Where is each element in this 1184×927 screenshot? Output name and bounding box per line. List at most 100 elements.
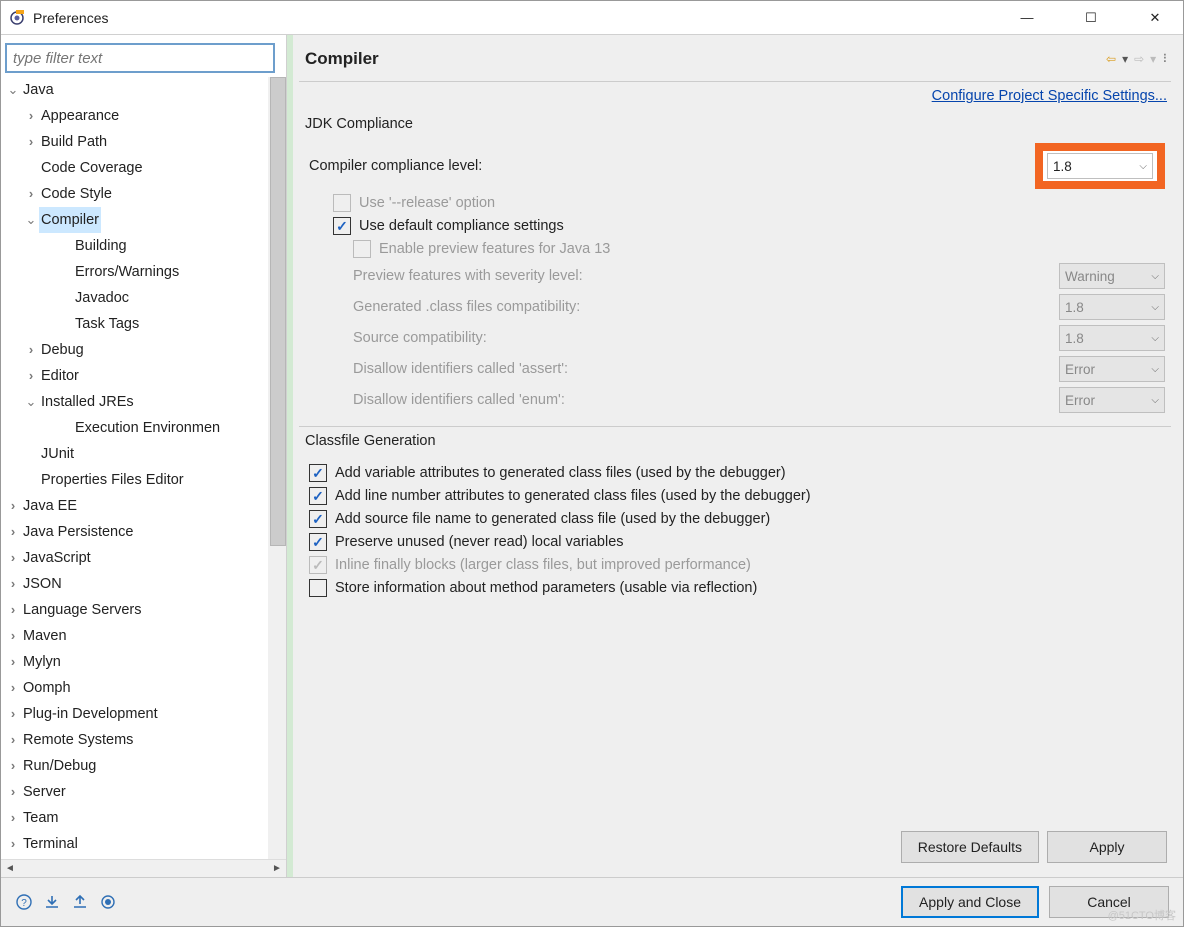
tree-item[interactable]: ⌄Compiler: [1, 207, 286, 233]
apply-button[interactable]: Apply: [1047, 831, 1167, 863]
tree-item[interactable]: ›Remote Systems: [1, 727, 286, 753]
tree-item-label: Run/Debug: [21, 753, 98, 779]
record-icon[interactable]: [99, 893, 117, 911]
help-icon[interactable]: ?: [15, 893, 33, 911]
classfile-checkbox[interactable]: [309, 579, 327, 597]
chevron-right-icon[interactable]: ›: [5, 779, 21, 805]
export-icon[interactable]: [71, 893, 89, 911]
classfile-checkbox[interactable]: [309, 487, 327, 505]
minimize-button[interactable]: —: [1007, 5, 1047, 31]
back-menu-icon[interactable]: ▾: [1122, 52, 1128, 66]
tree-item[interactable]: Building: [1, 233, 286, 259]
tree-item[interactable]: ›Mylyn: [1, 649, 286, 675]
sidebar: ⌄Java›Appearance›Build PathCode Coverage…: [1, 35, 287, 877]
compliance-select[interactable]: 1.8⌵: [1047, 153, 1153, 179]
chevron-right-icon[interactable]: ›: [23, 181, 39, 207]
classfile-option-row: Add source file name to generated class …: [309, 510, 1165, 528]
tree-item[interactable]: Execution Environmen: [1, 415, 286, 441]
tree-item[interactable]: ›Maven: [1, 623, 286, 649]
classfile-option-row: Inline finally blocks (larger class file…: [309, 556, 1165, 574]
chevron-right-icon[interactable]: ›: [23, 129, 39, 155]
tree-item[interactable]: JUnit: [1, 441, 286, 467]
chevron-right-icon[interactable]: ›: [23, 363, 39, 389]
tree-item[interactable]: ›Server: [1, 779, 286, 805]
tree-item[interactable]: ›Terminal: [1, 831, 286, 857]
tree-item[interactable]: ›Code Style: [1, 181, 286, 207]
toolbar-nav: ⇦ ▾ ⇨ ▾ ⠇: [1106, 52, 1171, 66]
chevron-right-icon[interactable]: ›: [5, 597, 21, 623]
window-title: Preferences: [33, 10, 1007, 26]
chevron-right-icon[interactable]: ›: [5, 545, 21, 571]
tree-item[interactable]: Properties Files Editor: [1, 467, 286, 493]
tree-item-label: Task Tags: [73, 311, 141, 337]
tree-item[interactable]: ›Editor: [1, 363, 286, 389]
chevron-right-icon[interactable]: ›: [5, 727, 21, 753]
back-icon[interactable]: ⇦: [1106, 52, 1116, 66]
chevron-right-icon[interactable]: ›: [23, 103, 39, 129]
classfile-label: Add variable attributes to generated cla…: [335, 465, 786, 481]
tree-item-label: Plug-in Development: [21, 701, 160, 727]
classfile-label: Store information about method parameter…: [335, 580, 757, 596]
tree-item[interactable]: ›Build Path: [1, 129, 286, 155]
classfile-checkbox[interactable]: [309, 464, 327, 482]
filter-input[interactable]: [5, 43, 275, 73]
tree-item[interactable]: Javadoc: [1, 285, 286, 311]
vertical-scrollbar[interactable]: [268, 77, 286, 859]
configure-project-link[interactable]: Configure Project Specific Settings...: [932, 88, 1167, 104]
classfile-label: Inline finally blocks (larger class file…: [335, 557, 751, 573]
chevron-right-icon[interactable]: ›: [5, 753, 21, 779]
tree-item[interactable]: Code Coverage: [1, 155, 286, 181]
restore-defaults-button[interactable]: Restore Defaults: [901, 831, 1039, 863]
enum-select: Error⌵: [1059, 387, 1165, 413]
chevron-down-icon[interactable]: ⌄: [23, 389, 39, 415]
tree-item[interactable]: ›Run/Debug: [1, 753, 286, 779]
chevron-right-icon[interactable]: ›: [5, 805, 21, 831]
chevron-down-icon[interactable]: ⌄: [23, 207, 39, 233]
chevron-right-icon[interactable]: ›: [5, 519, 21, 545]
close-button[interactable]: ✕: [1135, 5, 1175, 31]
tree-item-label: Mylyn: [21, 649, 63, 675]
classfile-checkbox[interactable]: [309, 510, 327, 528]
tree-item[interactable]: ›Team: [1, 805, 286, 831]
tree-item[interactable]: ⌄Installed JREs: [1, 389, 286, 415]
chevron-right-icon[interactable]: ›: [5, 701, 21, 727]
tree-item-label: Build Path: [39, 129, 109, 155]
apply-and-close-button[interactable]: Apply and Close: [901, 886, 1039, 918]
tree-item[interactable]: ›Plug-in Development: [1, 701, 286, 727]
chevron-right-icon[interactable]: ›: [5, 649, 21, 675]
horizontal-scrollbar[interactable]: ◄ ►: [1, 859, 286, 877]
chevron-right-icon[interactable]: ›: [23, 337, 39, 363]
maximize-button[interactable]: ☐: [1071, 5, 1111, 31]
tree-item-label: JSON: [21, 571, 64, 597]
tree-item-label: Java EE: [21, 493, 79, 519]
tree-item[interactable]: ›Debug: [1, 337, 286, 363]
chevron-right-icon[interactable]: ›: [5, 623, 21, 649]
tree-item[interactable]: Errors/Warnings: [1, 259, 286, 285]
tree-item[interactable]: ›Language Servers: [1, 597, 286, 623]
classfile-checkbox[interactable]: [309, 533, 327, 551]
tree-item[interactable]: ›Oomph: [1, 675, 286, 701]
forward-icon[interactable]: ⇨: [1134, 52, 1144, 66]
classfile-label: Preserve unused (never read) local varia…: [335, 534, 624, 550]
tree-item[interactable]: ›Java EE: [1, 493, 286, 519]
use-default-checkbox[interactable]: [333, 217, 351, 235]
import-icon[interactable]: [43, 893, 61, 911]
preferences-tree[interactable]: ⌄Java›Appearance›Build PathCode Coverage…: [1, 77, 286, 859]
chevron-right-icon[interactable]: ›: [5, 571, 21, 597]
chevron-right-icon[interactable]: ›: [5, 493, 21, 519]
generated-select: 1.8⌵: [1059, 294, 1165, 320]
menu-icon[interactable]: ⠇: [1162, 52, 1171, 66]
tree-item-label: JUnit: [39, 441, 76, 467]
chevron-right-icon[interactable]: ›: [5, 675, 21, 701]
chevron-down-icon[interactable]: ⌄: [5, 77, 21, 103]
chevron-right-icon[interactable]: ›: [5, 831, 21, 857]
tree-item[interactable]: ›Java Persistence: [1, 519, 286, 545]
tree-item[interactable]: ›JSON: [1, 571, 286, 597]
tree-item[interactable]: ›JavaScript: [1, 545, 286, 571]
tree-item[interactable]: ›Appearance: [1, 103, 286, 129]
classfile-label: Add source file name to generated class …: [335, 511, 770, 527]
tree-item[interactable]: ⌄Java: [1, 77, 286, 103]
forward-menu-icon[interactable]: ▾: [1150, 52, 1156, 66]
tree-item[interactable]: Task Tags: [1, 311, 286, 337]
tree-item-label: Installed JREs: [39, 389, 136, 415]
